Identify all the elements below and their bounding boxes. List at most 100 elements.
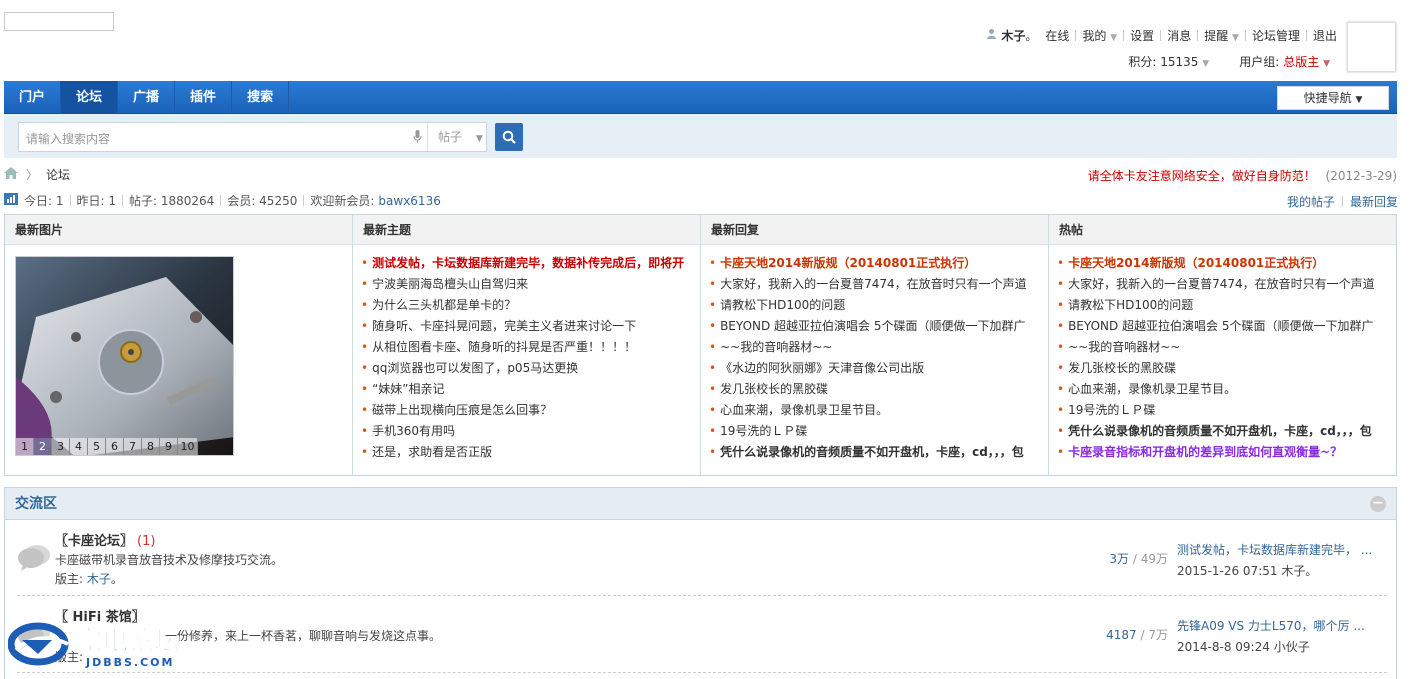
quick-nav-button[interactable]: 快捷导航 ▼ [1277,86,1389,110]
search-button[interactable] [495,123,523,151]
announcement[interactable]: 请全体卡友注意网络安全，做好自身防范！ (2012-3-29) [1088,167,1397,184]
list-item[interactable]: • 随身听、卡座抖晃问题，完美主义者进来讨论一下 [353,316,700,337]
chevron-down-icon: ▼ [1202,59,1210,69]
overview-panels: 最新图片 1 2 3 4 5 6 7 8 9 10 最新主题 • 测试发帖，卡坛… [4,214,1397,476]
search-icon [502,130,516,144]
image-page[interactable]: 7 [124,438,142,455]
nav-portal[interactable]: 门户 [4,81,62,114]
menu-forum-admin[interactable]: 论坛管理 [1252,27,1300,44]
list-item[interactable]: • 凭什么说录像机的音频质量不如开盘机，卡座，cd，，，包 [1049,421,1396,442]
list-item[interactable]: • 大家好，我新入的一台夏普7474，在放音时只有一个声道 [701,274,1048,295]
list-item[interactable]: • ~~我的音响器材~~ [701,337,1048,358]
list-item[interactable]: • 19号洗的ＬＰ碟 [1049,400,1396,421]
last-post-title[interactable]: 先锋A09 VS 力士L570，哪个厉 ... [1177,617,1387,634]
menu-logout[interactable]: 退出 [1313,27,1337,44]
list-item[interactable]: • 卡座录音指标和开盘机的差异到底如何直观衡量~？ [1049,442,1396,463]
forum-row[interactable]: 〖卡座论坛〗 (1) 卡座磁带机录音放音技术及修摩技巧交流。 版主: 木子。 3万… [5,521,1396,597]
cassette-mechanism-image [16,257,233,455]
list-item[interactable]: • 从相位图看卡座、随身听的抖晃是否严重！！！！ [353,337,700,358]
announcement-text[interactable]: 请全体卡友注意网络安全，做好自身防范！ [1088,169,1316,183]
moderator-link[interactable]: 木子 [87,572,111,586]
list-item[interactable]: • 为什么三头机都是单卡的？ [353,295,700,316]
section-title[interactable]: 交流区 [5,488,1396,520]
list-item[interactable]: • 磁带上出现横向压痕是怎么回事？ [353,400,700,421]
breadcrumb: 〉 论坛 [4,166,70,183]
last-post-user[interactable]: 小伙子 [1274,640,1310,654]
last-post-title[interactable]: 测试发帖，卡坛数据库新建完毕， ... [1177,541,1387,558]
collapse-icon[interactable]: − [1370,496,1386,512]
forum-new-count: (1) [137,534,156,549]
list-item[interactable]: • 宁波美丽海岛檀头山自驾归来 [353,274,700,295]
stat-posts: 帖子: 1880264 [129,194,215,208]
group-value[interactable]: 总版主 ▼ [1283,53,1330,70]
nav-search[interactable]: 搜索 [232,81,290,114]
menu-my[interactable]: 我的 ▼ [1082,27,1117,44]
image-page[interactable]: 5 [88,438,106,455]
list-item[interactable]: • qq浏览器也可以发图了，p05马达更换 [353,358,700,379]
nav-broadcast[interactable]: 广播 [118,81,176,114]
image-page[interactable]: 4 [70,438,88,455]
search-scope-select[interactable]: 帖子 ▼ [427,123,487,151]
new-member-link[interactable]: bawx6136 [378,194,440,208]
user-stats-row: 积分: 15135 ▼ 用户组: 总版主 ▼ [1128,53,1330,70]
chevron-down-icon: ▼ [1323,59,1330,69]
forum-description: 一份修养，来上一杯香茗，聊聊音响与发烧这点事。 [165,629,442,643]
chevron-down-icon: ▼ [1110,32,1118,43]
list-item[interactable]: • 测试发帖，卡坛数据库新建完毕，数据补传完成后，即将开 [353,253,700,274]
forum-name[interactable]: 〖卡座论坛〗 (1) [55,530,155,549]
menu-settings[interactable]: 设置 [1130,27,1154,44]
list-item[interactable]: • 凭什么说录像机的音频质量不如开盘机，卡座，cd，，，包 [701,442,1048,463]
image-page[interactable]: 6 [106,438,124,455]
list-item[interactable]: • 请教松下HD100的问题 [701,295,1048,316]
nav-plugins[interactable]: 插件 [175,81,233,114]
image-page[interactable]: 2 [34,438,52,455]
menu-reminders[interactable]: 提醒 ▼ [1204,27,1239,44]
image-page[interactable]: 10 [178,438,198,455]
list-item[interactable]: • 请教松下HD100的问题 [1049,295,1396,316]
stat-members: 会员: 45250 [227,194,298,208]
user-icon [986,28,997,42]
avatar[interactable] [1347,22,1396,72]
forum-section: 交流区 − 〖卡座论坛〗 (1) 卡座磁带机录音放音技术及修摩技巧交流。 版主: … [4,487,1397,679]
watermark-logo: 家电论坛 JDBBS.COM [7,620,203,672]
list-item[interactable]: • 《水边的阿狄丽娜》天津音像公司出版 [701,358,1048,379]
list-item[interactable]: • 卡座天地2014新版规（20140801正式执行） [701,253,1048,274]
latest-replies-link[interactable]: 最新回复 [1350,193,1398,210]
svg-text:家电论坛: 家电论坛 [76,626,180,657]
list-item[interactable]: • 大家好，我新入的一台夏普7474，在放音时只有一个声道 [1049,274,1396,295]
forum-counts: 4187 / 7万 [1106,628,1168,642]
list-item[interactable]: • 心血来潮，录像机录卫星节目。 [701,400,1048,421]
username-link[interactable]: 木子 [1001,27,1025,44]
points-link[interactable]: 积分: 15135 ▼ [1128,53,1209,70]
list-item[interactable]: • BEYOND 超越亚拉伯演唱会 5个碟面（顺便做一下加群广 [701,316,1048,337]
image-page[interactable]: 9 [160,438,178,455]
featured-image[interactable]: 1 2 3 4 5 6 7 8 9 10 [15,256,234,456]
list-item[interactable]: • 还是，求助看是否正版 [353,442,700,463]
menu-messages[interactable]: 消息 [1167,27,1191,44]
list-item[interactable]: • 手机360有用吗 [353,421,700,442]
forum-row[interactable]: 〖 HiFi 茶馆〗 一份修养，来上一杯香茗，聊聊音响与发烧这点事。 版主: 4… [5,599,1396,675]
home-icon[interactable] [4,167,18,182]
microphone-icon[interactable] [413,130,422,147]
list-item[interactable]: • 心血来潮，录像机录卫星节目。 [1049,379,1396,400]
last-post-user[interactable]: 木子 [1281,564,1305,578]
nav-forum[interactable]: 论坛 [61,81,119,114]
list-item[interactable]: • 发几张校长的黑胶碟 [1049,358,1396,379]
image-page[interactable]: 3 [52,438,70,455]
hot-posts-panel: 热帖 • 卡座天地2014新版规（20140801正式执行） • 大家好，我新入的一… [1049,215,1396,475]
chevron-down-icon: ▼ [1232,32,1239,43]
online-status[interactable]: 在线 [1045,27,1069,44]
search-input[interactable]: 请输入搜索内容 帖子 ▼ [18,122,487,152]
site-logo[interactable] [4,12,114,31]
list-item[interactable]: • 卡座天地2014新版规（20140801正式执行） [1049,253,1396,274]
list-item[interactable]: • “妹妹”相亲记 [353,379,700,400]
forum-stats: 今日: 1 昨日: 1 帖子: 1880264 会员: 45250 欢迎新会员:… [4,192,441,209]
list-item[interactable]: • ~~我的音响器材~~ [1049,337,1396,358]
my-posts-link[interactable]: 我的帖子 [1287,193,1335,210]
breadcrumb-current[interactable]: 论坛 [46,166,70,183]
list-item[interactable]: • 19号洗的ＬＰ碟 [701,421,1048,442]
image-page[interactable]: 1 [16,438,34,455]
image-page[interactable]: 8 [142,438,160,455]
list-item[interactable]: • BEYOND 超越亚拉伯演唱会 5个碟面（顺便做一下加群广 [1049,316,1396,337]
list-item[interactable]: • 发几张校长的黑胶碟 [701,379,1048,400]
